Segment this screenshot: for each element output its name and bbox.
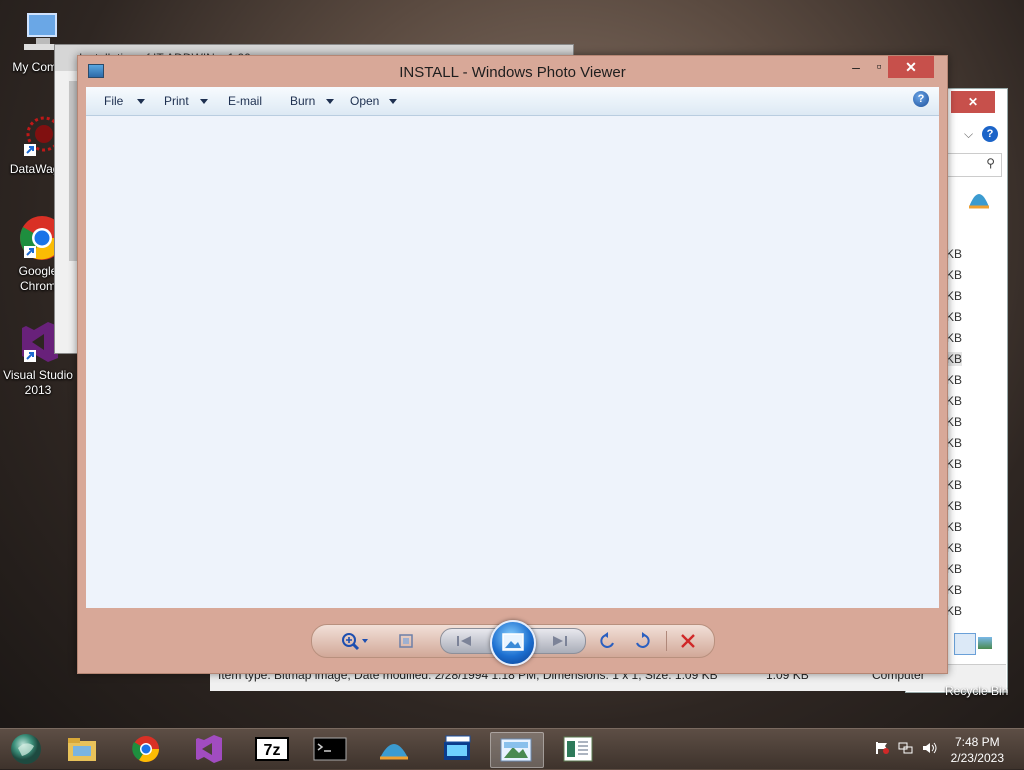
file-size-cell: KB bbox=[946, 415, 963, 429]
svg-text:7z: 7z bbox=[264, 742, 281, 759]
photo-viewer-menubar: File Print E-mail Burn Open ? bbox=[86, 87, 939, 116]
explorer-search-input[interactable]: ⚲ bbox=[946, 153, 1002, 177]
slideshow-button[interactable] bbox=[490, 620, 536, 666]
menu-email[interactable]: E-mail bbox=[228, 94, 262, 108]
actual-size-icon[interactable] bbox=[396, 631, 418, 651]
search-icon: ⚲ bbox=[986, 156, 995, 170]
file-size-cell: KB bbox=[946, 457, 963, 471]
volume-icon[interactable] bbox=[922, 741, 938, 755]
large-icons-view-icon[interactable] bbox=[978, 637, 992, 649]
command-prompt-taskbar-icon[interactable] bbox=[304, 732, 356, 766]
rotate-counterclockwise-icon[interactable] bbox=[598, 631, 620, 651]
menu-open[interactable]: Open bbox=[350, 94, 379, 108]
document-viewer-taskbar-icon[interactable] bbox=[552, 732, 604, 766]
photo-viewer-taskbar-icon[interactable] bbox=[490, 732, 544, 768]
file-size-cell: KB bbox=[946, 331, 963, 345]
image-canvas[interactable] bbox=[86, 116, 939, 608]
file-size-cell: KB bbox=[946, 268, 963, 282]
file-size-cell: KB bbox=[946, 289, 963, 303]
desktop-icon-label: Visual Studio 2013 bbox=[3, 368, 73, 397]
vcdice-taskbar-icon[interactable] bbox=[432, 732, 484, 766]
close-button[interactable]: ✕ bbox=[888, 56, 934, 78]
system-clock[interactable]: 7:48 PM 2/23/2023 bbox=[951, 734, 1004, 766]
shell-icon[interactable] bbox=[966, 187, 992, 211]
file-size-cell: KB bbox=[946, 373, 963, 387]
network-icon[interactable] bbox=[898, 741, 914, 755]
file-size-cell: KB bbox=[946, 604, 963, 618]
rotate-clockwise-icon[interactable] bbox=[632, 631, 654, 651]
clock-date: 2/23/2023 bbox=[950, 751, 1004, 765]
action-center-flag-icon[interactable] bbox=[874, 741, 890, 755]
chevron-down-icon[interactable] bbox=[389, 99, 397, 104]
menu-print[interactable]: Print bbox=[164, 94, 189, 108]
file-size-cell: KB bbox=[946, 247, 963, 261]
slideshow-icon bbox=[502, 633, 524, 651]
window-title: INSTALL - Windows Photo Viewer bbox=[399, 64, 626, 81]
file-size-cell: KB bbox=[946, 520, 963, 534]
menu-file[interactable]: File bbox=[104, 94, 123, 108]
file-size-cell: KB bbox=[946, 436, 963, 450]
visual-studio-taskbar-icon[interactable] bbox=[184, 732, 236, 766]
7zip-taskbar-icon[interactable]: 7z bbox=[246, 732, 298, 766]
minimize-button[interactable]: – bbox=[842, 56, 870, 78]
previous-icon[interactable] bbox=[455, 633, 475, 652]
next-icon[interactable] bbox=[549, 633, 569, 652]
file-size-cell: KB bbox=[946, 583, 963, 597]
clock-time: 7:48 PM bbox=[954, 735, 1000, 749]
photo-viewer-toolbar bbox=[311, 620, 715, 666]
zoom-icon[interactable] bbox=[340, 631, 368, 651]
explorer-close-button[interactable]: ✕ bbox=[951, 91, 995, 113]
file-size-cell: KB bbox=[946, 352, 963, 366]
recycle-bin-label[interactable]: Recycle Bin bbox=[945, 684, 1008, 698]
file-size-cell: KB bbox=[946, 562, 963, 576]
file-explorer-taskbar-icon[interactable] bbox=[56, 732, 108, 766]
toolbar-divider bbox=[666, 631, 667, 651]
file-size-cell: KB bbox=[946, 541, 963, 555]
chevron-down-icon[interactable] bbox=[326, 99, 334, 104]
taskbar: 7z 7:48 PM 2/23/2023 bbox=[0, 728, 1024, 769]
file-size-cell: KB bbox=[946, 310, 963, 324]
delete-icon[interactable] bbox=[678, 631, 700, 651]
desktop-icon-label: Google Chrom bbox=[18, 264, 58, 293]
start-button[interactable] bbox=[4, 732, 48, 766]
chevron-down-icon[interactable] bbox=[137, 99, 145, 104]
help-icon[interactable]: ? bbox=[913, 91, 929, 107]
photo-viewer-window[interactable]: INSTALL - Windows Photo Viewer – ▫ ✕ Fil… bbox=[77, 55, 948, 674]
maximize-button[interactable]: ▫ bbox=[870, 55, 888, 77]
chrome-taskbar-icon[interactable] bbox=[120, 732, 172, 766]
file-size-cell: KB bbox=[946, 394, 963, 408]
explorer-help-icon[interactable]: ? bbox=[982, 126, 998, 142]
details-view-icon[interactable] bbox=[954, 633, 976, 655]
menu-burn[interactable]: Burn bbox=[290, 94, 315, 108]
shell-taskbar-icon[interactable] bbox=[368, 732, 420, 766]
chevron-down-icon[interactable]: ⌵ bbox=[964, 127, 973, 142]
file-size-cell: KB bbox=[946, 478, 963, 492]
chevron-down-icon[interactable] bbox=[200, 99, 208, 104]
file-size-cell: KB bbox=[946, 499, 963, 513]
photo-viewer-titlebar[interactable]: INSTALL - Windows Photo Viewer – ▫ ✕ bbox=[78, 56, 947, 86]
